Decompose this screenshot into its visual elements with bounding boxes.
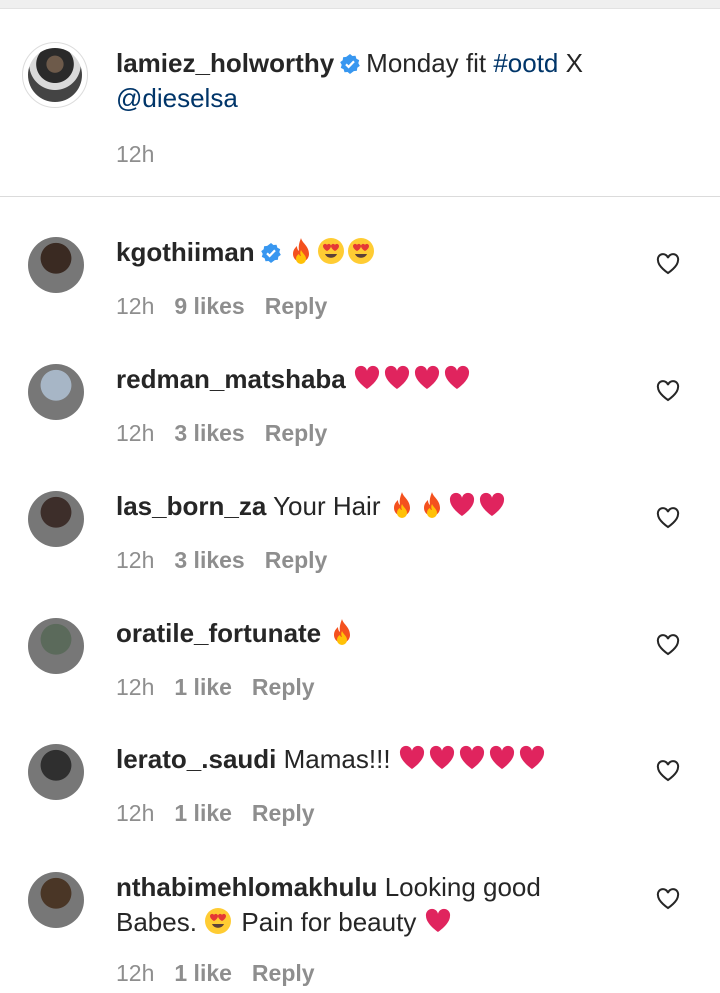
comment-username[interactable]: nthabimehlomakhulu (116, 872, 377, 902)
comment-text: las_born_za Your Hair (116, 489, 676, 524)
commenter-avatar[interactable] (28, 618, 84, 674)
heart-eyes-emoji-icon (317, 238, 344, 264)
red-heart-emoji-icon (519, 745, 544, 769)
like-heart-icon[interactable] (656, 380, 680, 402)
comment-body: Mamas!!! (283, 744, 398, 774)
comment-meta: 12h 1 like Reply (116, 800, 335, 827)
comment-time: 12h (116, 674, 155, 700)
reply-button[interactable]: Reply (252, 800, 315, 826)
comment-username[interactable]: kgothiiman (116, 237, 255, 267)
comment-text: lerato_.saudi Mamas!!! (116, 742, 676, 777)
comment-username[interactable]: lerato_.saudi (116, 744, 276, 774)
comment-body-line2: Babes. (116, 907, 197, 937)
commenter-avatar[interactable] (28, 491, 84, 547)
comment-meta: 12h 1 like Reply (116, 674, 335, 701)
comment-meta: 12h 3 likes Reply (116, 420, 347, 447)
verified-badge-icon (260, 243, 281, 263)
red-heart-emoji-icon (479, 492, 504, 516)
like-heart-icon[interactable] (656, 634, 680, 656)
red-heart-emoji-icon (459, 745, 484, 769)
comment-text: oratile_fortunate (116, 616, 676, 651)
comment-likes[interactable]: 1 like (174, 960, 232, 986)
caption-time: 12h (116, 141, 155, 167)
comment-username[interactable]: redman_matshaba (116, 364, 346, 394)
post-caption: lamiez_holworthy Monday fit #ootd X @diese… (0, 8, 720, 197)
comment-body-line2-after: Pain for beauty (241, 907, 417, 937)
red-heart-emoji-icon (425, 908, 450, 932)
reply-button[interactable]: Reply (265, 293, 328, 319)
red-heart-emoji-icon (429, 745, 454, 769)
fire-emoji-icon (423, 492, 440, 518)
fire-emoji-icon (393, 492, 410, 518)
comment-username[interactable]: oratile_fortunate (116, 618, 321, 648)
red-heart-emoji-icon (489, 745, 514, 769)
comment-likes[interactable]: 9 likes (174, 293, 244, 319)
red-heart-emoji-icon (354, 365, 380, 389)
caption-text: lamiez_holworthy Monday fit #ootd X @diese… (116, 46, 676, 116)
red-heart-emoji-icon (399, 745, 424, 769)
commenter-avatar[interactable] (28, 744, 84, 800)
comment-likes[interactable]: 1 like (174, 674, 232, 700)
commenter-avatar[interactable] (28, 364, 84, 420)
hashtag-link[interactable]: #ootd (493, 48, 558, 78)
comment-time: 12h (116, 800, 155, 826)
caption-username[interactable]: lamiez_holworthy (116, 48, 334, 78)
red-heart-emoji-icon (449, 492, 474, 516)
comment-body: Your Hair (273, 491, 388, 521)
caption-body: Monday fit (366, 48, 494, 78)
comment-likes[interactable]: 3 likes (174, 547, 244, 573)
like-heart-icon[interactable] (656, 507, 680, 529)
comment-text: kgothiiman (116, 235, 676, 270)
comment-meta: 12h 9 likes Reply (116, 293, 347, 320)
commenter-avatar[interactable] (28, 872, 84, 928)
comment-likes[interactable]: 1 like (174, 800, 232, 826)
fire-emoji-icon (334, 619, 351, 645)
reply-button[interactable]: Reply (252, 674, 315, 700)
commenter-avatar[interactable] (28, 237, 84, 293)
verified-badge-icon (340, 54, 360, 74)
red-heart-emoji-icon (414, 365, 440, 389)
heart-eyes-emoji-icon (347, 238, 374, 264)
author-avatar[interactable] (22, 42, 88, 108)
comment-time: 12h (116, 293, 155, 319)
like-heart-icon[interactable] (656, 888, 680, 910)
red-heart-emoji-icon (384, 365, 410, 389)
like-heart-icon[interactable] (656, 760, 680, 782)
comment-meta: 12h 1 like Reply (116, 960, 335, 987)
comment-time: 12h (116, 420, 155, 446)
caption-body-after: X (558, 48, 583, 78)
mention-link[interactable]: @dieselsa (116, 83, 238, 113)
comment-time: 12h (116, 960, 155, 986)
comment-likes[interactable]: 3 likes (174, 420, 244, 446)
like-heart-icon[interactable] (656, 253, 680, 275)
comment-body: Looking good (384, 872, 541, 902)
red-heart-emoji-icon (444, 365, 470, 389)
heart-eyes-emoji-icon (205, 908, 232, 934)
reply-button[interactable]: Reply (265, 420, 328, 446)
comment-meta: 12h 3 likes Reply (116, 547, 347, 574)
comment-username[interactable]: las_born_za (116, 491, 266, 521)
fire-emoji-icon (292, 238, 309, 264)
reply-button[interactable]: Reply (252, 960, 315, 986)
reply-button[interactable]: Reply (265, 547, 328, 573)
comment-text: redman_matshaba (116, 362, 676, 397)
comment-text: nthabimehlomakhulu Looking good Babes. P… (116, 870, 676, 940)
comment-time: 12h (116, 547, 155, 573)
